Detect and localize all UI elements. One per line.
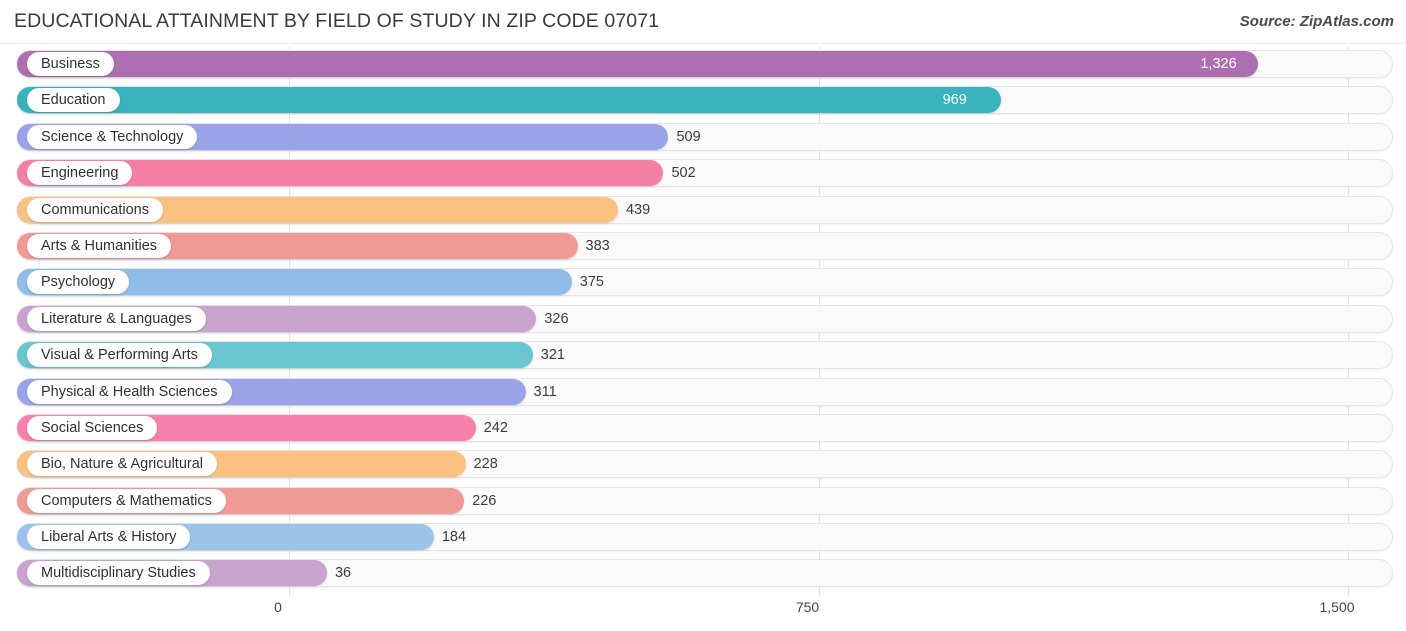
category-label: Physical & Health Sciences <box>27 379 232 404</box>
bar-row: Engineering 502 <box>0 155 1406 191</box>
chart-header: EDUCATIONAL ATTAINMENT BY FIELD OF STUDY… <box>0 0 1406 44</box>
x-axis-tick: 750 <box>795 599 820 615</box>
source-attribution: Source: ZipAtlas.com <box>1239 13 1394 30</box>
category-label: Visual & Performing Arts <box>27 343 212 368</box>
bar-row: Communications 439 <box>0 192 1406 228</box>
bar-value-label: 228 <box>473 456 498 473</box>
bar-row: Psychology 375 <box>0 264 1406 300</box>
category-label: Computers & Mathematics <box>27 488 226 513</box>
bar-value-label: 375 <box>579 274 604 291</box>
bar-value-label: 326 <box>544 310 569 327</box>
bar-row: Visual & Performing Arts 321 <box>0 337 1406 373</box>
bar-value-label: 226 <box>472 492 497 509</box>
category-label: Bio, Nature & Agricultural <box>27 452 217 477</box>
bar-row: Business 1,326 <box>0 46 1406 82</box>
bar[interactable] <box>17 87 1001 114</box>
category-label: Social Sciences <box>27 415 158 440</box>
category-label: Multidisciplinary Studies <box>27 561 210 586</box>
category-label: Science & Technology <box>27 124 198 149</box>
bar-value-label: 1,326 <box>1200 56 1237 72</box>
bar-row: Arts & Humanities 383 <box>0 228 1406 264</box>
bar-row: Literature & Languages 326 <box>0 301 1406 337</box>
bar-row: Science & Technology 509 <box>0 119 1406 155</box>
x-axis-tick: 1,500 <box>1319 599 1355 615</box>
bar-value-label: 184 <box>441 529 467 546</box>
bar-value-label: 969 <box>942 92 967 109</box>
bar-row: Computers & Mathematics 226 <box>0 483 1406 519</box>
bar-row: Social Sciences 242 <box>0 410 1406 446</box>
header-divider <box>0 43 1406 44</box>
page-title: EDUCATIONAL ATTAINMENT BY FIELD OF STUDY… <box>14 10 660 32</box>
bar-row: Liberal Arts & History 184 <box>0 519 1406 555</box>
category-label: Liberal Arts & History <box>27 525 191 550</box>
bar[interactable] <box>17 51 1259 77</box>
bar-value-label: 311 <box>533 383 557 400</box>
category-label: Education <box>27 88 120 113</box>
category-label: Literature & Languages <box>27 306 206 331</box>
bar-value-label: 502 <box>671 165 696 182</box>
bar-row: Multidisciplinary Studies 36 <box>0 555 1406 591</box>
category-label: Arts & Humanities <box>27 233 172 258</box>
x-axis-tick: 0 <box>274 599 282 615</box>
category-label: Psychology <box>27 270 130 295</box>
bar-value-label: 36 <box>334 565 352 582</box>
bar-row: Physical & Health Sciences 311 <box>0 374 1406 410</box>
bar-value-label: 321 <box>540 347 565 364</box>
bar-row: Education 969 <box>0 82 1406 118</box>
bar-row: Bio, Nature & Agricultural 228 <box>0 446 1406 482</box>
category-label: Engineering <box>27 161 133 186</box>
bar-value-label: 242 <box>483 419 508 436</box>
category-label: Business <box>27 52 114 76</box>
bar-rows: Business 1,326 Education 969 Science & Techn… <box>0 46 1406 592</box>
x-axis: 0 750 1,500 <box>0 597 1406 631</box>
bar-value-label: 439 <box>625 201 651 218</box>
category-label: Communications <box>27 197 163 222</box>
bar-value-label: 509 <box>676 128 701 145</box>
bar-value-label: 383 <box>585 237 610 254</box>
chart-plot-area: Business 1,326 Education 969 Science & Techn… <box>0 46 1406 597</box>
